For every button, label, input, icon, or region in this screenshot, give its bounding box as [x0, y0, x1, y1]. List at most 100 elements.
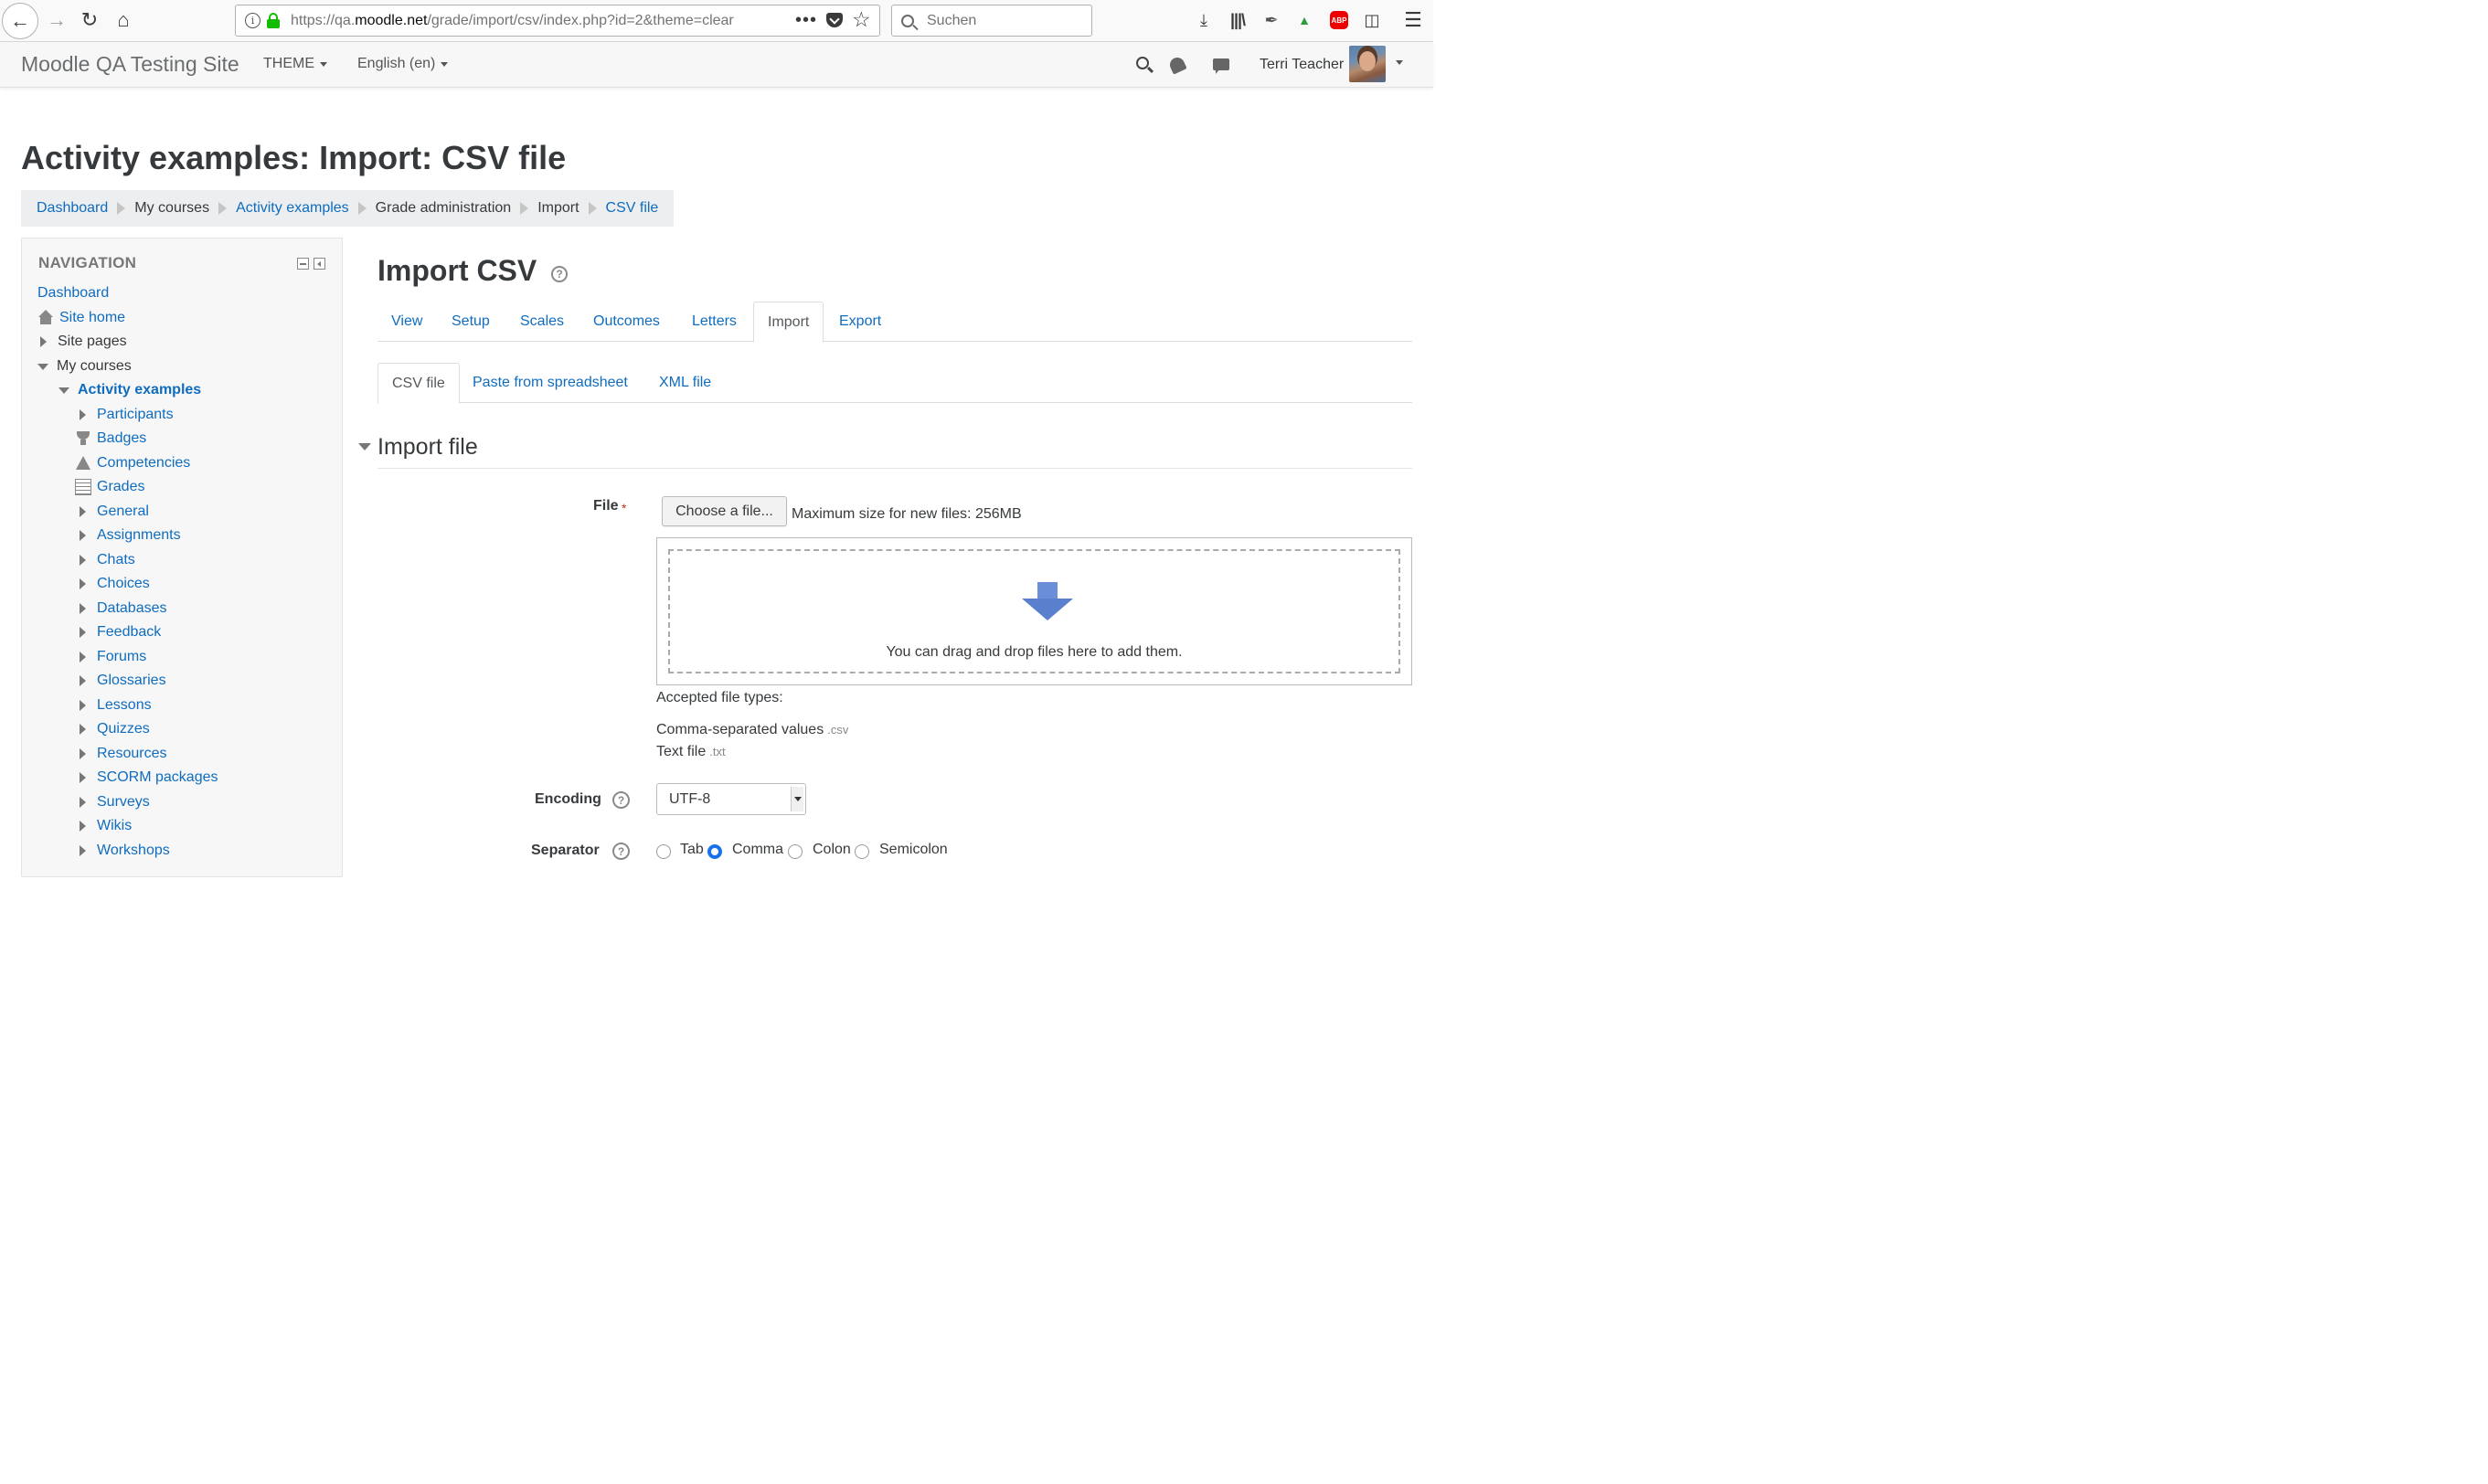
- bookmark-star-icon[interactable]: ☆: [852, 7, 871, 32]
- messages-icon[interactable]: [1213, 58, 1229, 74]
- tab-view[interactable]: View: [377, 302, 436, 342]
- site-name-link[interactable]: Moodle QA Testing Site: [21, 52, 239, 77]
- separator-radio-tab[interactable]: [656, 844, 671, 859]
- lock-icon[interactable]: [267, 13, 280, 28]
- nav-item-glossaries[interactable]: Glossaries: [77, 669, 166, 693]
- info-icon[interactable]: i: [245, 13, 260, 28]
- url-bar[interactable]: i https://qa.moodle.net/grade/import/csv…: [235, 5, 880, 37]
- expand-arrow-icon: [80, 675, 86, 686]
- expand-arrow-icon: [80, 530, 86, 541]
- expand-arrow-icon: [80, 555, 86, 566]
- nav-item-lessons[interactable]: Lessons: [77, 694, 152, 717]
- nav-item-grades[interactable]: Grades: [75, 475, 144, 499]
- language-menu[interactable]: English (en): [357, 56, 449, 72]
- library-icon[interactable]: |||\: [1227, 8, 1249, 32]
- tab-scales[interactable]: Scales: [506, 302, 578, 342]
- collapse-block-icon[interactable]: [297, 258, 309, 270]
- drop-zone-text: You can drag and drop files here to add …: [886, 644, 1183, 660]
- search-icon[interactable]: [1136, 57, 1149, 69]
- nav-item-participants[interactable]: Participants: [77, 403, 174, 427]
- help-icon[interactable]: ?: [551, 266, 568, 282]
- choose-file-button[interactable]: Choose a file...: [662, 496, 787, 526]
- nav-item-general[interactable]: General: [77, 500, 149, 524]
- breadcrumb-separator-icon: [520, 202, 529, 215]
- tab-import[interactable]: Import: [753, 302, 824, 343]
- browser-search-input[interactable]: Suchen: [891, 5, 1092, 37]
- download-icon[interactable]: ⤓: [1194, 8, 1214, 32]
- nav-item-scorm-packages[interactable]: SCORM packages: [77, 766, 218, 790]
- subtab-paste-from-spreadsheet[interactable]: Paste from spreadsheet: [459, 363, 642, 403]
- breadcrumb-csv-file[interactable]: CSV file: [606, 200, 659, 217]
- separator-option-label: Semicolon: [879, 842, 948, 857]
- nav-item-activity-examples[interactable]: Activity examples: [58, 378, 201, 402]
- forward-arrow-icon[interactable]: →: [44, 6, 69, 34]
- eyedropper-icon[interactable]: ✒: [1261, 8, 1281, 32]
- browser-toolbar: ← → ↻ ⌂ i https://qa.moodle.net/grade/im…: [0, 0, 1433, 42]
- adblock-icon[interactable]: ABP: [1330, 11, 1348, 29]
- dropdown-arrow-icon: [791, 787, 803, 811]
- page-actions-icon[interactable]: •••: [795, 10, 817, 31]
- home-icon[interactable]: ⌂: [110, 6, 137, 34]
- main-title: Import CSV: [377, 254, 537, 287]
- caret-down-icon: [441, 61, 449, 67]
- help-icon[interactable]: ?: [612, 791, 630, 809]
- caret-down-icon: [320, 61, 327, 67]
- sidebar-icon[interactable]: ◫: [1362, 8, 1382, 32]
- breadcrumb-dashboard[interactable]: Dashboard: [37, 200, 108, 217]
- subtab-xml-file[interactable]: XML file: [645, 363, 725, 403]
- back-arrow-icon[interactable]: ←: [2, 3, 38, 39]
- subtab-csv-file[interactable]: CSV file: [377, 363, 460, 404]
- file-drop-zone[interactable]: You can drag and drop files here to add …: [656, 537, 1412, 685]
- separator-option-label: Comma: [732, 842, 784, 857]
- section-collapse-icon[interactable]: [358, 443, 371, 450]
- dock-block-icon[interactable]: [314, 258, 325, 270]
- url-text[interactable]: https://qa.moodle.net/grade/import/csv/i…: [291, 13, 784, 29]
- user-name[interactable]: Terri Teacher: [1260, 57, 1344, 73]
- nav-item-competencies[interactable]: Competencies: [75, 451, 190, 475]
- nav-item-databases[interactable]: Databases: [77, 597, 167, 620]
- nav-item-assignments[interactable]: Assignments: [77, 524, 181, 547]
- tab-outcomes[interactable]: Outcomes: [579, 302, 674, 342]
- nav-item-workshops[interactable]: Workshops: [77, 839, 170, 863]
- hamburger-menu-icon[interactable]: ☰: [1403, 8, 1423, 32]
- pocket-icon[interactable]: [826, 13, 843, 27]
- nav-item-chats[interactable]: Chats: [77, 548, 135, 572]
- tab-letters[interactable]: Letters: [678, 302, 750, 342]
- help-icon[interactable]: ?: [612, 843, 630, 860]
- breadcrumb-activity-examples[interactable]: Activity examples: [236, 200, 349, 217]
- breadcrumb-separator-icon: [357, 202, 367, 215]
- nav-item-surveys[interactable]: Surveys: [77, 790, 150, 814]
- pdf-extension-icon[interactable]: ▲: [1294, 8, 1314, 32]
- competencies-icon: [75, 455, 91, 472]
- nav-item-wikis[interactable]: Wikis: [77, 814, 132, 838]
- file-label: File: [593, 498, 619, 514]
- avatar[interactable]: [1349, 46, 1386, 82]
- user-menu-caret-icon[interactable]: [1396, 60, 1403, 65]
- separator-radio-comma[interactable]: [707, 844, 722, 859]
- nav-item-site-home[interactable]: Site home: [37, 306, 125, 330]
- breadcrumb: Dashboard My courses Activity examples G…: [21, 190, 675, 227]
- separator-radio-colon[interactable]: [788, 844, 803, 859]
- nav-item-site-pages[interactable]: Site pages: [37, 330, 127, 354]
- breadcrumb-my-courses: My courses: [134, 200, 210, 216]
- nav-item-feedback[interactable]: Feedback: [77, 620, 161, 644]
- nav-item-resources[interactable]: Resources: [77, 742, 166, 766]
- nav-item-forums[interactable]: Forums: [77, 645, 146, 669]
- nav-item-quizzes[interactable]: Quizzes: [77, 717, 150, 741]
- nav-item-choices[interactable]: Choices: [77, 572, 150, 596]
- notification-bell-icon[interactable]: [1167, 55, 1187, 75]
- page-title: Activity examples: Import: CSV file: [21, 139, 567, 176]
- separator-radio-semicolon[interactable]: [855, 844, 869, 859]
- reload-icon[interactable]: ↻: [77, 6, 102, 34]
- expand-arrow-icon: [80, 821, 86, 832]
- tab-export[interactable]: Export: [825, 302, 895, 342]
- max-size-text: Maximum size for new files: 256MB: [792, 506, 1022, 522]
- tab-setup[interactable]: Setup: [438, 302, 504, 342]
- section-title[interactable]: Import file: [377, 434, 478, 461]
- nav-item-dashboard[interactable]: Dashboard: [37, 281, 109, 305]
- nav-item-badges[interactable]: Badges: [75, 427, 146, 450]
- theme-menu[interactable]: THEME: [263, 56, 327, 72]
- collapse-arrow-icon: [58, 387, 69, 394]
- encoding-select[interactable]: UTF-8: [656, 783, 806, 815]
- nav-item-my-courses[interactable]: My courses: [37, 355, 132, 378]
